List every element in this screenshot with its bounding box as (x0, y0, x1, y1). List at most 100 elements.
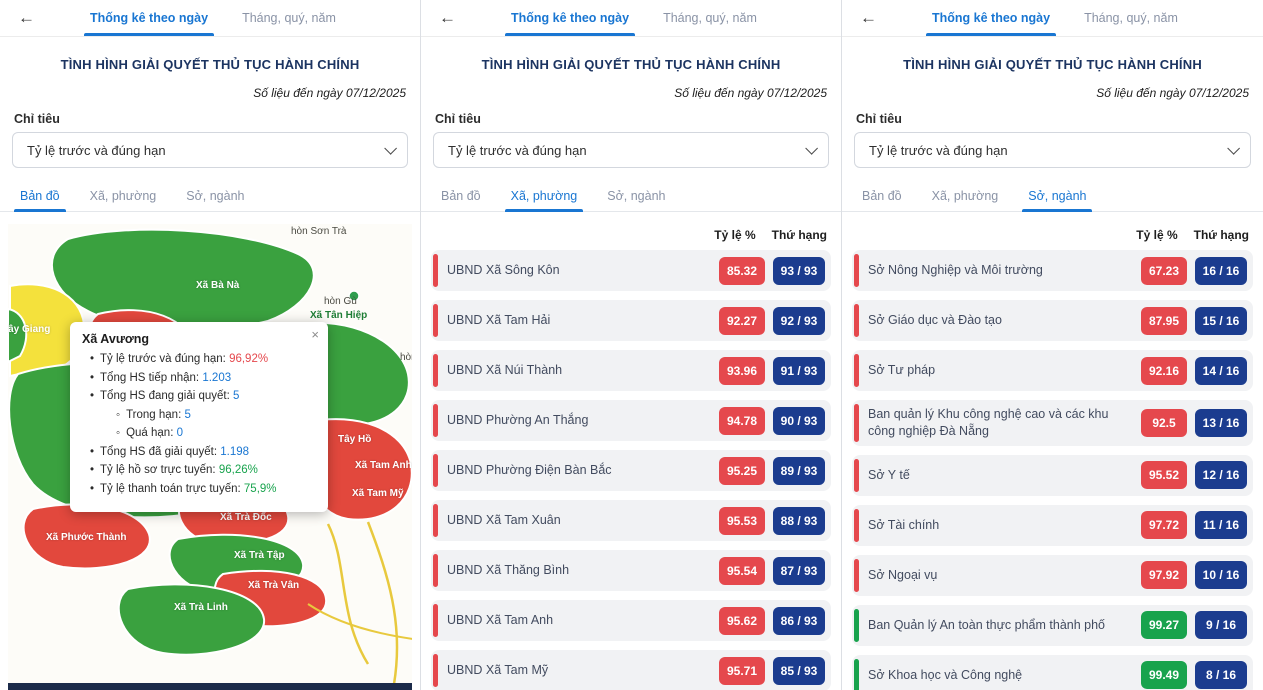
list-item[interactable]: UBND Xã Tam Anh 95.62 86 / 93 (431, 600, 831, 641)
tooltip-title: Xã Avương (82, 332, 316, 346)
rate-badge: 95.54 (719, 557, 765, 585)
rate-badge: 92.5 (1141, 409, 1187, 437)
org-name: UBND Phường Điện Bàn Bắc (447, 462, 719, 479)
stat-value: 5 (233, 390, 239, 402)
bullet-icon: • (90, 464, 94, 476)
rank-badge: 89 / 93 (773, 457, 825, 485)
rate-badge: 67.23 (1141, 257, 1187, 285)
list-item[interactable]: UBND Phường Điện Bàn Bắc 95.25 89 / 93 (431, 450, 831, 491)
criteria-label: Chỉ tiêu (842, 100, 1263, 132)
criteria-select[interactable]: Tỷ lệ trước và đúng hạn (854, 132, 1251, 168)
org-name: Sở Tài chính (868, 517, 1141, 534)
view-tabs: Bản đồ Xã, phường Sở, ngành (842, 180, 1263, 212)
rank-badge: 8 / 16 (1195, 661, 1247, 689)
list-item[interactable]: Sở Tư pháp 92.16 14 / 16 (852, 350, 1253, 391)
criteria-select[interactable]: Tỷ lệ trước và đúng hạn (12, 132, 408, 168)
list-column-headers: Tỷ lệ % Thứ hạng (842, 212, 1263, 250)
list-item[interactable]: Sở Y tế 95.52 12 / 16 (852, 455, 1253, 496)
list-item[interactable]: UBND Xã Tam Mỹ 95.71 85 / 93 (431, 650, 831, 690)
stat-value: 5 (184, 409, 190, 421)
list-item[interactable]: Ban Quản lý An toàn thực phẩm thành phố … (852, 605, 1253, 646)
rate-badge: 92.16 (1141, 357, 1187, 385)
tab-ban-do[interactable]: Bản đồ (8, 180, 72, 211)
tab-xa-phuong[interactable]: Xã, phường (499, 180, 590, 211)
criteria-select[interactable]: Tỷ lệ trước và đúng hạn (433, 132, 829, 168)
col-header-rank: Thứ hạng (1194, 228, 1249, 242)
list-item[interactable]: Ban quản lý Khu công nghệ cao và các khu… (852, 400, 1253, 446)
stat-value: 96,92% (229, 353, 268, 365)
tab-so-nganh[interactable]: Sở, ngành (1016, 180, 1098, 211)
departments-list: Sở Nông Nghiệp và Môi trường 67.23 16 / … (842, 250, 1263, 690)
top-bar: ← Thống kê theo ngày Tháng, quý, năm (0, 0, 420, 37)
bullet-icon: • (90, 390, 94, 402)
list-item[interactable]: Sở Ngoại vụ 97.92 10 / 16 (852, 555, 1253, 596)
rate-badge: 87.95 (1141, 307, 1187, 335)
tab-daily-stats[interactable]: Thống kê theo ngày (926, 0, 1056, 36)
stat-value: 1.198 (220, 446, 249, 458)
criteria-selected-value: Tỷ lệ trước và đúng hạn (27, 143, 166, 158)
stat-label: Trong hạn: (126, 409, 181, 421)
tab-daily-stats[interactable]: Thống kê theo ngày (505, 0, 635, 36)
tab-month-quarter-year[interactable]: Tháng, quý, năm (657, 0, 763, 36)
tab-month-quarter-year[interactable]: Tháng, quý, năm (236, 0, 342, 36)
org-name: Ban quản lý Khu công nghệ cao và các khu… (868, 406, 1141, 440)
tab-daily-stats[interactable]: Thống kê theo ngày (84, 0, 214, 36)
stat-value: 1.203 (202, 372, 231, 384)
rate-badge: 99.49 (1141, 661, 1187, 689)
back-button[interactable]: ← (842, 0, 926, 36)
rank-badge: 12 / 16 (1195, 461, 1247, 489)
rank-badge: 13 / 16 (1195, 409, 1247, 437)
list-item[interactable]: UBND Xã Tam Hải 92.27 92 / 93 (431, 300, 831, 341)
tab-so-nganh[interactable]: Sở, ngành (595, 180, 677, 211)
tab-xa-phuong[interactable]: Xã, phường (78, 180, 169, 211)
chevron-down-icon (384, 142, 397, 155)
rank-badge: 15 / 16 (1195, 307, 1247, 335)
tab-ban-do[interactable]: Bản đồ (850, 180, 914, 211)
rank-badge: 10 / 16 (1195, 561, 1247, 589)
tooltip-stat: •Tổng HS tiếp nhận: 1.203 (90, 371, 316, 387)
tooltip-stat: •Tỷ lệ trước và đúng hạn: 96,92% (90, 352, 316, 368)
bullet-icon: • (90, 446, 94, 458)
tab-xa-phuong[interactable]: Xã, phường (920, 180, 1011, 211)
list-item[interactable]: UBND Xã Tam Xuân 95.53 88 / 93 (431, 500, 831, 541)
list-item[interactable]: UBND Xã Sông Kôn 85.32 93 / 93 (431, 250, 831, 291)
rank-badge: 14 / 16 (1195, 357, 1247, 385)
close-icon[interactable]: × (311, 328, 319, 341)
rank-badge: 90 / 93 (773, 407, 825, 435)
tooltip-substat: ◦Trong hạn: 5 (116, 408, 316, 424)
chevron-down-icon (1227, 142, 1240, 155)
tab-so-nganh[interactable]: Sở, ngành (174, 180, 256, 211)
list-item[interactable]: Sở Giáo dục và Đào tạo 87.95 15 / 16 (852, 300, 1253, 341)
list-item[interactable]: UBND Xã Thăng Bình 95.54 87 / 93 (431, 550, 831, 591)
org-name: UBND Xã Sông Kôn (447, 262, 719, 279)
stat-value: 0 (177, 427, 183, 439)
col-header-rate: Tỷ lệ % (1136, 228, 1177, 242)
map-marker[interactable] (349, 291, 359, 301)
rate-badge: 92.27 (719, 307, 765, 335)
list-item[interactable]: Sở Tài chính 97.72 11 / 16 (852, 505, 1253, 546)
rate-badge: 94.78 (719, 407, 765, 435)
rank-badge: 92 / 93 (773, 307, 825, 335)
communes-list: UBND Xã Sông Kôn 85.32 93 / 93 UBND Xã T… (421, 250, 841, 690)
org-name: Sở Nông Nghiệp và Môi trường (868, 262, 1141, 279)
map-container[interactable]: hòn Sơn Trà Xã Bà Nà hòn Gù Xã Tân Hiệp … (8, 224, 412, 690)
app-root: ← Thống kê theo ngày Tháng, quý, năm TÌN… (0, 0, 1263, 690)
rate-badge: 95.25 (719, 457, 765, 485)
list-item[interactable]: Sở Khoa học và Công nghệ 99.49 8 / 16 (852, 655, 1253, 690)
bullet-icon: • (90, 483, 94, 495)
back-button[interactable]: ← (0, 0, 84, 36)
tab-month-quarter-year[interactable]: Tháng, quý, năm (1078, 0, 1184, 36)
stat-value: 96,26% (219, 464, 258, 476)
rank-badge: 88 / 93 (773, 507, 825, 535)
tooltip-stat: •Tỷ lệ hồ sơ trực tuyến: 96,26% (90, 463, 316, 479)
rate-badge: 97.92 (1141, 561, 1187, 589)
list-item[interactable]: UBND Xã Núi Thành 93.96 91 / 93 (431, 350, 831, 391)
list-item[interactable]: UBND Phường An Thắng 94.78 90 / 93 (431, 400, 831, 441)
tab-ban-do[interactable]: Bản đồ (429, 180, 493, 211)
back-button[interactable]: ← (421, 0, 505, 36)
list-item[interactable]: Sở Nông Nghiệp và Môi trường 67.23 16 / … (852, 250, 1253, 291)
org-name: Sở Tư pháp (868, 362, 1141, 379)
rate-badge: 93.96 (719, 357, 765, 385)
org-name: UBND Xã Tam Hải (447, 312, 719, 329)
view-tabs: Bản đồ Xã, phường Sở, ngành (0, 180, 420, 212)
